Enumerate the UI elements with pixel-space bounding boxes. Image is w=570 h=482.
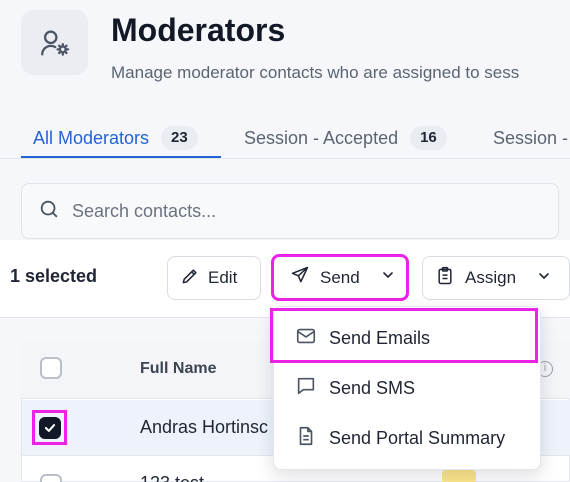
status-badge bbox=[442, 470, 476, 482]
select-all-checkbox[interactable] bbox=[40, 357, 62, 379]
tab-label: Session - Accepted bbox=[244, 127, 399, 148]
tab-session-accepted[interactable]: Session - Accepted 16 bbox=[244, 118, 447, 158]
tab-session-other[interactable]: Session - bbox=[493, 118, 568, 158]
send-button[interactable]: Send bbox=[271, 254, 409, 301]
menu-item-label: Send SMS bbox=[329, 377, 416, 398]
menu-item-label: Send Portal Summary bbox=[329, 427, 506, 448]
row-checkbox-highlight bbox=[32, 410, 67, 445]
row-full-name: Andras Hortinsc bbox=[140, 417, 269, 437]
row-full-name: 123 test bbox=[140, 473, 204, 482]
page-subtitle: Manage moderator contacts who are assign… bbox=[111, 63, 520, 82]
pencil-icon bbox=[180, 266, 200, 291]
assign-label: Assign bbox=[465, 268, 517, 287]
menu-item-send-sms[interactable]: Send SMS bbox=[273, 363, 541, 413]
chat-icon bbox=[295, 375, 317, 402]
menu-item-highlight bbox=[270, 308, 538, 363]
page-title: Moderators bbox=[111, 12, 286, 48]
edit-button[interactable]: Edit bbox=[167, 256, 261, 300]
assign-button[interactable]: Assign bbox=[422, 256, 570, 300]
send-label: Send bbox=[320, 267, 360, 287]
edit-label: Edit bbox=[208, 268, 238, 287]
tab-label: Session - bbox=[493, 127, 569, 148]
paper-plane-icon bbox=[290, 265, 310, 290]
chevron-down-icon bbox=[536, 268, 552, 289]
column-header-full-name: Full Name bbox=[140, 360, 217, 377]
tab-count-badge: 16 bbox=[410, 126, 447, 150]
search-icon bbox=[38, 198, 60, 225]
tab-label: All Moderators bbox=[33, 127, 150, 148]
search-bar[interactable] bbox=[21, 183, 559, 239]
tabs-divider bbox=[0, 158, 570, 159]
menu-item-send-portal-summary[interactable]: Send Portal Summary bbox=[273, 413, 541, 463]
row-checkbox[interactable] bbox=[40, 474, 62, 482]
chevron-down-icon bbox=[380, 267, 396, 288]
document-icon bbox=[295, 425, 317, 452]
clipboard-icon bbox=[435, 266, 455, 291]
tab-count-badge: 23 bbox=[161, 126, 198, 150]
user-settings-icon bbox=[21, 10, 88, 75]
search-input[interactable] bbox=[72, 200, 512, 222]
tab-all-moderators[interactable]: All Moderators 23 bbox=[33, 118, 198, 158]
active-tab-indicator bbox=[21, 156, 221, 158]
selected-count: 1 selected bbox=[10, 266, 98, 286]
